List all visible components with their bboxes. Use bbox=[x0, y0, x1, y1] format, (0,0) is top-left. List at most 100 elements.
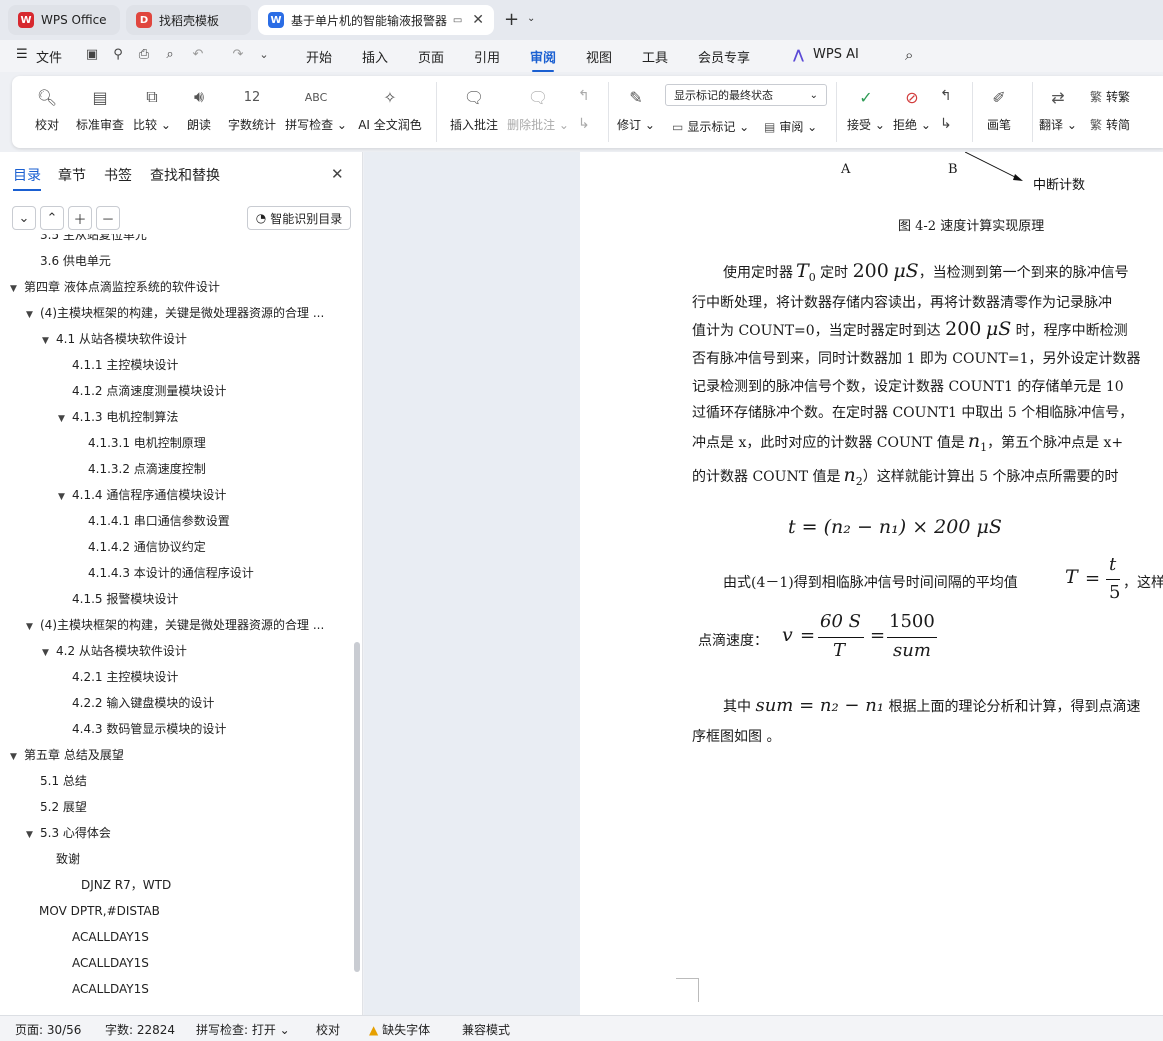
link-icon[interactable]: ⚲ bbox=[110, 47, 126, 63]
to-simplified-button[interactable]: 繁转简 bbox=[1090, 116, 1130, 133]
missing-font-status[interactable]: ▲ 缺失字体 bbox=[369, 1021, 430, 1038]
tab-template[interactable]: D 找稻壳模板 bbox=[126, 5, 251, 35]
toc-item[interactable]: ▼ 第四章 液体点滴监控系统的软件设计 bbox=[10, 277, 220, 297]
toc-item[interactable]: 4.1.5 报警模块设计 bbox=[58, 589, 178, 609]
toc-item[interactable]: 4.1.4.1 串口通信参数设置 bbox=[74, 511, 230, 531]
next-change-icon[interactable]: ↳ bbox=[940, 116, 952, 132]
toc-item[interactable]: 4.1.1 主控模块设计 bbox=[58, 355, 178, 375]
toc-item[interactable]: 4.1.3.1 电机控制原理 bbox=[74, 433, 206, 453]
expand-arrow-icon[interactable]: ▼ bbox=[26, 617, 40, 637]
reject-button[interactable]: ⊘ 拒绝 ⌄ bbox=[884, 84, 940, 133]
collapse-button[interactable]: ⌄ bbox=[12, 206, 36, 230]
close-tab-icon[interactable]: ✕ bbox=[472, 12, 484, 28]
print-icon[interactable]: ⎙ bbox=[136, 47, 152, 63]
toc-item[interactable]: 4.2.2 输入键盘模块的设计 bbox=[58, 693, 214, 713]
toc-item[interactable]: ACALLDAY1S bbox=[58, 927, 149, 947]
tab-find-replace[interactable]: 查找和替换 bbox=[150, 165, 220, 185]
toc-item[interactable]: ▼ 4.1.3 电机控制算法 bbox=[58, 407, 178, 427]
tab-toc[interactable]: 目录 bbox=[13, 165, 41, 191]
toc-item[interactable]: 4.1.4.3 本设计的通信程序设计 bbox=[74, 563, 254, 583]
delete-comment-button[interactable]: 🗨︎ 删除批注 ⌄ bbox=[507, 84, 569, 133]
toc-item[interactable]: 4.4.3 数码管显示模块的设计 bbox=[58, 719, 226, 739]
toc-scrollbar[interactable] bbox=[354, 642, 360, 972]
expand-arrow-icon[interactable]: ▼ bbox=[58, 409, 72, 429]
tab-bookmarks[interactable]: 书签 bbox=[104, 165, 132, 185]
ai-polish-button[interactable]: ✧ AI 全文润色 bbox=[358, 84, 422, 133]
expand-arrow-icon[interactable]: ▼ bbox=[10, 747, 24, 767]
menu-member[interactable]: 会员专享 bbox=[698, 47, 750, 66]
toc-item[interactable]: ACALLDAY1S bbox=[58, 979, 149, 999]
read-aloud-button[interactable]: 🔊︎ 朗读 bbox=[171, 84, 227, 133]
expand-arrow-icon[interactable]: ▼ bbox=[58, 487, 72, 507]
expand-arrow-icon[interactable]: ▼ bbox=[10, 279, 24, 299]
smart-toc-button[interactable]: ◔ 智能识别目录 bbox=[247, 206, 351, 230]
next-comment-icon[interactable]: ↳ bbox=[578, 116, 590, 132]
toc-item[interactable]: 5.1 总结 bbox=[26, 771, 87, 791]
expand-arrow-icon[interactable]: ▼ bbox=[26, 825, 40, 845]
review-pane-button[interactable]: ▤ 审阅 ⌄ bbox=[764, 118, 817, 135]
spell-check-button[interactable]: ABC 拼写检查 ⌄ bbox=[285, 84, 347, 133]
toc-item[interactable]: MOV DPTR,#DISTAB bbox=[25, 901, 160, 921]
pen-button[interactable]: ✐ 画笔 bbox=[971, 84, 1027, 133]
expand-button[interactable]: ⌃ bbox=[40, 206, 64, 230]
toc-item[interactable]: ▼ 4.1 从站各模块软件设计 bbox=[42, 329, 187, 349]
more-chevron-icon[interactable]: ⌄ bbox=[256, 47, 272, 63]
undo-icon[interactable]: ↶ bbox=[190, 47, 206, 63]
insert-comment-button[interactable]: 🗨︎ 插入批注 bbox=[446, 84, 502, 133]
prev-change-icon[interactable]: ↰ bbox=[940, 88, 952, 104]
tab-wps-office[interactable]: W WPS Office bbox=[8, 5, 120, 35]
hamburger-icon[interactable]: ☰ bbox=[16, 47, 28, 62]
toc-item[interactable]: ▼ (4)主模块框架的构建，关键是微处理器资源的合理 ... bbox=[26, 615, 324, 635]
standard-review-button[interactable]: ▤ 标准审查 bbox=[72, 84, 128, 133]
proofread-status[interactable]: 校对 bbox=[316, 1021, 340, 1038]
translate-button[interactable]: ⇄ 翻译 ⌄ bbox=[1030, 84, 1086, 133]
menu-insert[interactable]: 插入 bbox=[362, 47, 388, 66]
search-icon[interactable]: ⌕ bbox=[905, 46, 913, 64]
tab-document[interactable]: W 基于单片机的智能输液报警器 ▭ ✕ bbox=[258, 5, 494, 35]
to-traditional-button[interactable]: 繁转繁 bbox=[1090, 88, 1130, 105]
save-icon[interactable]: ▣ bbox=[84, 47, 100, 63]
new-tab-icon[interactable]: + bbox=[504, 9, 519, 30]
toc-item[interactable]: 致谢 bbox=[42, 849, 80, 869]
tab-chapters[interactable]: 章节 bbox=[58, 165, 86, 185]
menu-tools[interactable]: 工具 bbox=[642, 47, 668, 66]
toc-item[interactable]: ▼ (4)主模块框架的构建，关键是微处理器资源的合理 ... bbox=[26, 303, 324, 323]
toc-item[interactable]: 5.2 展望 bbox=[26, 797, 87, 817]
expand-arrow-icon[interactable]: ▼ bbox=[26, 305, 40, 325]
toc-item[interactable]: 4.1.4.2 通信协议约定 bbox=[74, 537, 206, 557]
toc-item[interactable]: 3.6 供电单元 bbox=[26, 251, 111, 271]
chevron-down-icon[interactable]: ⌄ bbox=[527, 13, 535, 24]
menu-wps-ai[interactable]: WPS AI bbox=[813, 47, 859, 62]
toc-item[interactable]: 4.1.3.2 点滴速度控制 bbox=[74, 459, 206, 479]
menu-page[interactable]: 页面 bbox=[418, 47, 444, 66]
word-count-indicator[interactable]: 字数: 22824 bbox=[105, 1021, 175, 1038]
expand-arrow-icon[interactable]: ▼ bbox=[42, 331, 56, 351]
page-indicator[interactable]: 页面: 30/56 bbox=[15, 1021, 81, 1038]
add-heading-button[interactable]: ＋ bbox=[68, 206, 92, 230]
toc-item[interactable]: ▼ 5.3 心得体会 bbox=[26, 823, 111, 843]
proofread-button[interactable]: 🔍︎ 校对 bbox=[19, 84, 75, 133]
word-count-button[interactable]: 12 字数统计 bbox=[224, 84, 280, 133]
toc-item[interactable]: 3.5 主从站复位单元 bbox=[26, 234, 147, 245]
prev-comment-icon[interactable]: ↰ bbox=[578, 88, 590, 104]
toc-item[interactable]: ▼ 4.2 从站各模块软件设计 bbox=[42, 641, 187, 661]
toc-item[interactable]: 4.1.2 点滴速度测量模块设计 bbox=[58, 381, 226, 401]
menu-review[interactable]: 审阅 bbox=[530, 47, 556, 72]
toc-item[interactable]: ▼ 4.1.4 通信程序通信模块设计 bbox=[58, 485, 226, 505]
menu-reference[interactable]: 引用 bbox=[474, 47, 500, 66]
document-page[interactable]: A B 中断计数 图 4-2 速度计算实现原理 使用定时器 T0 定时 200 μ… bbox=[580, 152, 1163, 1015]
revise-button[interactable]: ✎ 修订 ⌄ bbox=[608, 84, 664, 133]
monitor-icon[interactable]: ▭ bbox=[453, 15, 462, 26]
toc-item[interactable]: 4.2.1 主控模块设计 bbox=[58, 667, 178, 687]
track-mode-select[interactable]: 显示标记的最终状态 ⌄ bbox=[665, 84, 827, 106]
spell-check-status[interactable]: 拼写检查: 打开 ⌄ bbox=[196, 1021, 290, 1038]
toc-item[interactable]: DJNZ R7，WTD bbox=[67, 875, 171, 895]
toc-item[interactable]: ACALLDAY1S bbox=[58, 953, 149, 973]
show-markup-button[interactable]: ▭ 显示标记 ⌄ bbox=[672, 118, 749, 135]
menu-home[interactable]: 开始 bbox=[306, 47, 332, 66]
remove-heading-button[interactable]: － bbox=[96, 206, 120, 230]
menu-view[interactable]: 视图 bbox=[586, 47, 612, 66]
print-preview-icon[interactable]: ⌕ bbox=[162, 47, 178, 63]
toc-item[interactable]: ▼ 第五章 总结及展望 bbox=[10, 745, 124, 765]
close-pane-icon[interactable]: ✕ bbox=[331, 165, 344, 183]
